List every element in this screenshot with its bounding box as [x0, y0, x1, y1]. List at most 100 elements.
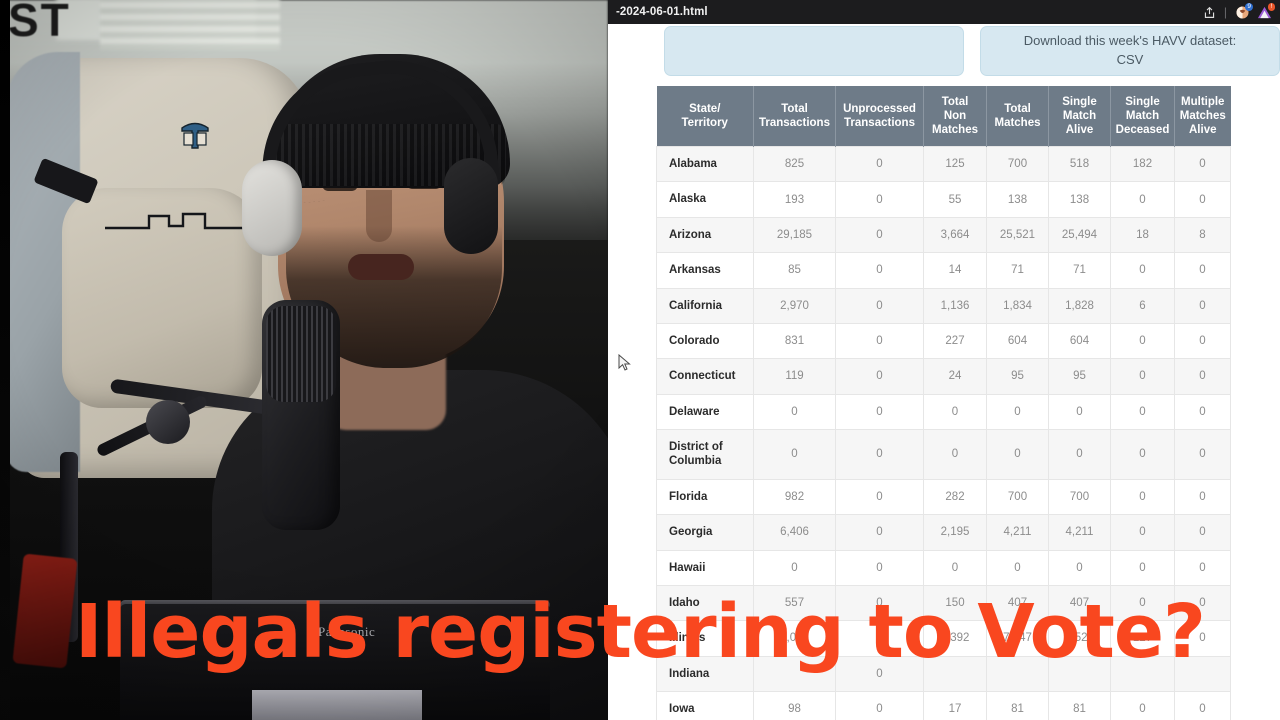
share-icon[interactable] [1203, 6, 1216, 19]
table-cell-value: 0 [1174, 691, 1231, 720]
table-cell-value: 0 [1110, 514, 1175, 551]
table-cell-value: 227 [923, 322, 987, 360]
table-cell-value: 17 [923, 691, 987, 720]
headphone-earcup-right [444, 158, 498, 254]
table-cell-value: 95 [1048, 358, 1111, 395]
browser-topbar: -2024-06-01.html | 9 ! [608, 0, 1280, 24]
browser-toolbar-icons: | 9 ! [1203, 2, 1275, 20]
table-cell-value: 0 [1174, 393, 1231, 431]
csv-download-link[interactable]: CSV [1024, 51, 1237, 70]
left-info-card[interactable] [664, 26, 964, 76]
table-cell-value: 1,828 [1048, 287, 1111, 324]
table-cell-state: Connecticut [656, 358, 754, 395]
table-cell-value: 6,406 [753, 514, 836, 551]
table-cell-value: 0 [1048, 549, 1111, 586]
table-cell-value: 0 [1174, 287, 1231, 324]
table-cell-value: 81 [1048, 691, 1111, 720]
table-cell-value: 25,494 [1048, 216, 1111, 254]
table-row: Alaska 193 0 55 138 138 0 0 [656, 181, 1231, 218]
table-cell-state: California [656, 287, 754, 324]
headphone-earcup-left [242, 160, 302, 256]
background-sign-text: ST [8, 0, 71, 46]
table-cell-value: 85 [753, 252, 836, 289]
table-cell-value: 0 [1048, 393, 1111, 431]
table-cell-state: Hawaii [656, 549, 754, 586]
download-card[interactable]: Download this week's HAVV dataset: CSV [980, 26, 1280, 76]
table-cell-value: 0 [835, 393, 924, 431]
table-cell-value: 193 [753, 181, 836, 218]
table-cell-value: 0 [835, 691, 924, 720]
table-cell-value: 0 [1110, 691, 1175, 720]
microphone-grille [266, 306, 336, 402]
table-cell-value: 29,185 [753, 216, 836, 254]
table-cell-state: Arizona [656, 216, 754, 254]
tab-title[interactable]: -2024-06-01.html [616, 6, 708, 18]
table-cell-value: 55 [923, 181, 987, 218]
table-cell-value: 518 [1048, 146, 1111, 183]
table-column-header: Total Transactions [753, 86, 836, 147]
table-cell-value: 0 [1048, 429, 1111, 480]
table-cell-value: 0 [1174, 429, 1231, 480]
table-cell-state: Colorado [656, 322, 754, 360]
table-cell-value: 700 [1048, 478, 1111, 516]
table-cell-value: 0 [1110, 478, 1175, 516]
overlay-headline: Illegals registering to Vote? [75, 589, 1206, 675]
table-cell-value: 0 [1174, 146, 1231, 183]
table-header: State/Territory Total Transactions Unproces… [656, 86, 1231, 147]
person-nose [366, 190, 392, 242]
table-row: Florida 982 0 282 700 700 0 0 [656, 478, 1231, 516]
table-cell-value: 0 [835, 146, 924, 183]
table-cell-value: 0 [835, 429, 924, 480]
warning-alert-icon[interactable]: ! [1257, 2, 1275, 20]
table-cell-value: 0 [753, 429, 836, 480]
table-cell-value: 8 [1174, 216, 1231, 254]
table-cell-value: 4,211 [1048, 514, 1111, 551]
table-column-header: State/Territory [656, 86, 754, 147]
table-cell-value: 6 [1110, 287, 1175, 324]
table-cell-value: 604 [986, 322, 1049, 360]
table-cell-value: 0 [835, 181, 924, 218]
table-cell-value: 4,211 [986, 514, 1049, 551]
table-row: Georgia 6,406 0 2,195 4,211 4,211 0 0 [656, 514, 1231, 551]
table-cell-value: 0 [835, 252, 924, 289]
table-cell-value: 71 [1048, 252, 1111, 289]
table-cell-state: Alaska [656, 181, 754, 218]
chair-stitch-line [105, 212, 245, 230]
table-cell-value: 0 [1110, 181, 1175, 218]
laptop-screen [252, 690, 422, 720]
info-cards-row: Download this week's HAVV dataset: CSV [664, 24, 1280, 76]
extension-badge-icon[interactable]: 9 [1235, 2, 1253, 20]
table-cell-state: Iowa [656, 691, 754, 720]
table-cell-state: Arkansas [656, 252, 754, 289]
table-row: Arizona 29,185 0 3,664 25,521 25,494 18 8 [656, 216, 1231, 254]
table-row: Arkansas 85 0 14 71 71 0 0 [656, 252, 1231, 289]
table-cell-value: 14 [923, 252, 987, 289]
table-cell-state: Delaware [656, 393, 754, 431]
table-cell-value: 700 [986, 146, 1049, 183]
table-cell-value: 700 [986, 478, 1049, 516]
table-cell-value: 71 [986, 252, 1049, 289]
table-cell-value: 831 [753, 322, 836, 360]
table-cell-value: 0 [1174, 181, 1231, 218]
table-cell-state: Alabama [656, 146, 754, 183]
download-card-label: Download this week's HAVV dataset: [1023, 33, 1237, 49]
table-cell-value: 3,664 [923, 216, 987, 254]
table-row: District of Columbia 0 0 0 0 0 0 0 [656, 429, 1231, 480]
table-cell-value: 0 [1110, 393, 1175, 431]
table-cell-value: 138 [1048, 181, 1111, 218]
table-cell-state: District of Columbia [656, 429, 754, 480]
table-cell-value: 0 [1110, 429, 1175, 480]
table-cell-value: 24 [923, 358, 987, 395]
table-row: Delaware 0 0 0 0 0 0 0 [656, 393, 1231, 431]
table-cell-value: 825 [753, 146, 836, 183]
table-cell-value: 125 [923, 146, 987, 183]
table-cell-value: 0 [835, 358, 924, 395]
table-column-header: Multiple Matches Alive [1174, 86, 1231, 147]
table-cell-value: 2,970 [753, 287, 836, 324]
screenshot-stage: ST Panasonic -2024-06-01.html | 9 ! Down… [0, 0, 1280, 720]
table-row: Iowa 98 0 17 81 81 0 0 [656, 691, 1231, 720]
table-cell-value: 119 [753, 358, 836, 395]
table-cell-state: Georgia [656, 514, 754, 551]
table-cell-value: 18 [1110, 216, 1175, 254]
table-cell-state: Florida [656, 478, 754, 516]
